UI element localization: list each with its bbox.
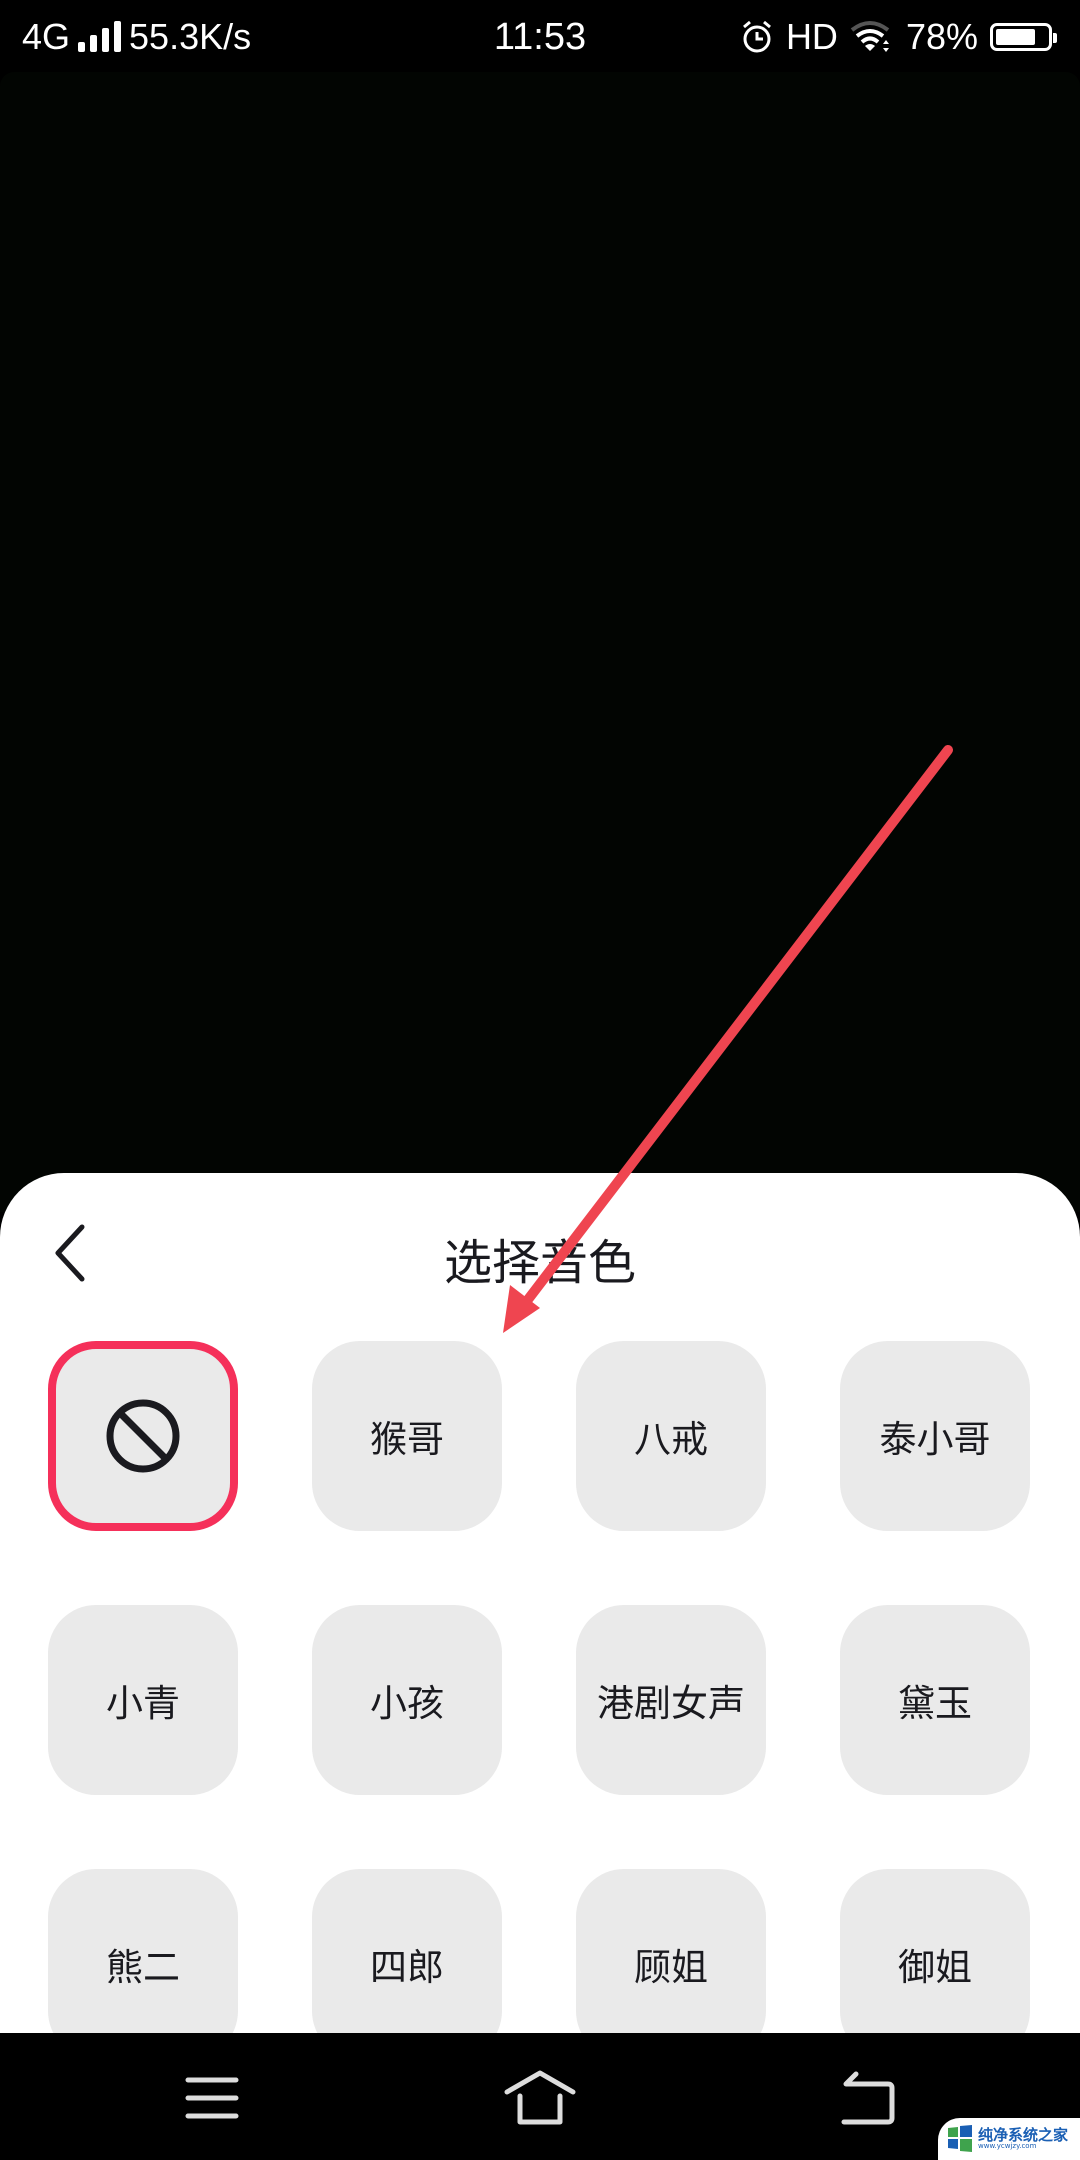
windows-logo-icon: [948, 2125, 972, 2152]
menu-button[interactable]: [172, 2063, 252, 2133]
voice-option[interactable]: 顾姐: [576, 1869, 766, 2033]
hd-indicator: HD: [785, 16, 838, 57]
alarm-icon: [742, 20, 771, 53]
voice-option[interactable]: 泰小哥: [840, 1341, 1030, 1531]
voice-option[interactable]: 小青: [48, 1605, 238, 1795]
signal-strength-icon: [78, 21, 122, 52]
clock: 11:53: [493, 16, 587, 58]
voice-option[interactable]: 港剧女声: [576, 1605, 766, 1795]
navigation-bar: 纯净系统之家 www.ycwjzy.com: [0, 2033, 1080, 2160]
voice-option[interactable]: 四郎: [312, 1869, 502, 2033]
voice-option[interactable]: 御姐: [840, 1869, 1030, 2033]
voice-option[interactable]: 黛玉: [840, 1605, 1030, 1795]
back-nav-button[interactable]: [828, 2063, 908, 2133]
menu-icon: [185, 2077, 239, 2119]
battery-icon: [990, 23, 1057, 51]
battery-percentage: 78%: [905, 16, 978, 57]
status-bar: 4G 55.3K/s 11:53 HD 78%: [0, 0, 1080, 72]
back-button[interactable]: [40, 1213, 100, 1293]
network-type: 4G: [22, 16, 71, 57]
voice-option-none[interactable]: [48, 1341, 238, 1531]
sheet-header: 选择音色: [0, 1173, 1080, 1303]
watermark: 纯净系统之家 www.ycwjzy.com: [938, 2118, 1080, 2160]
sheet-title: 选择音色: [443, 1235, 636, 1291]
wifi-icon: [850, 21, 890, 52]
voice-option[interactable]: 小孩: [312, 1605, 502, 1795]
home-icon: [504, 2070, 576, 2125]
voice-picker-sheet: 选择音色 猴哥 八戒 泰小哥 小青 小孩 港剧女声 黛玉 熊二 四郎 顾姐 御姐: [0, 1173, 1080, 2033]
network-speed: 55.3K/s: [129, 16, 252, 57]
voice-grid: 猴哥 八戒 泰小哥 小青 小孩 港剧女声 黛玉 熊二 四郎 顾姐 御姐: [48, 1341, 1032, 2033]
voice-option[interactable]: 熊二: [48, 1869, 238, 2033]
watermark-url: www.ycwjzy.com: [978, 2142, 1037, 2150]
home-button[interactable]: [500, 2063, 580, 2133]
chevron-left-icon: [55, 1224, 85, 1282]
voice-option[interactable]: 八戒: [576, 1341, 766, 1531]
no-entry-icon: [106, 1399, 180, 1473]
back-icon: [841, 2071, 895, 2125]
video-preview[interactable]: [0, 72, 1080, 1212]
watermark-name: 纯净系统之家: [978, 2126, 1069, 2144]
voice-option[interactable]: 猴哥: [312, 1341, 502, 1531]
